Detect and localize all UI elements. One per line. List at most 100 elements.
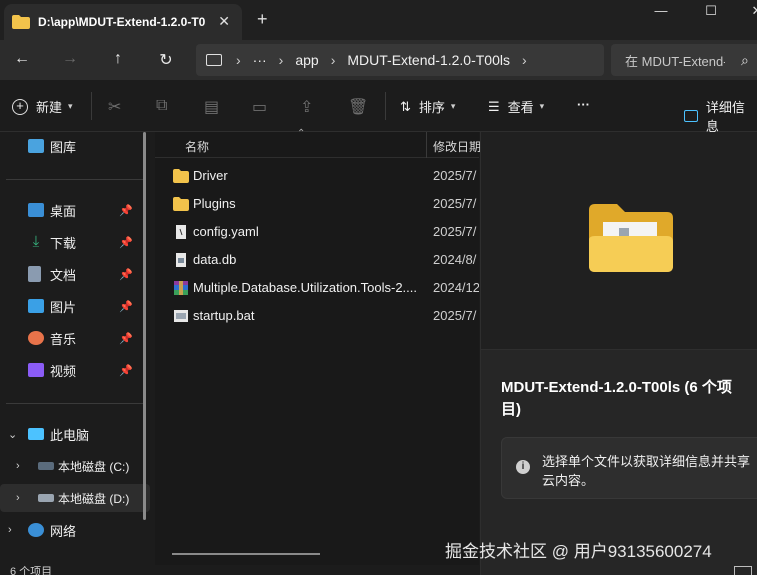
chevron-right-icon: › [278,52,284,68]
pin-icon[interactable]: 📌 [119,364,133,377]
horizontal-scrollbar[interactable] [172,553,320,555]
chevron-right-icon[interactable]: › [8,524,12,536]
archive-file-icon [173,281,189,295]
view-button-label: 查看 [507,100,534,115]
refresh-button[interactable]: ↻ [156,50,176,70]
sidebar-item-label: 音乐 [50,331,77,347]
sidebar-item-gallery[interactable]: 图库 [0,132,150,160]
new-button[interactable]: + 新建 ▾ [12,97,73,116]
sidebar-item-label: 本地磁盘 (D:) [58,491,130,506]
network-icon [28,523,44,537]
up-button[interactable]: ↑ [108,50,128,70]
tab-current-folder[interactable]: D:\app\MDUT-Extend-1.2.0-T0 ✕ [4,4,242,40]
rename-icon[interactable]: ▭ [252,97,267,117]
info-icon: i [516,460,530,474]
chevron-right-icon[interactable]: › [16,460,20,472]
back-button[interactable]: ← [12,50,32,70]
file-row-driver[interactable]: Driver 2025/7/ [167,162,479,190]
sort-icon: ⇅ [400,98,411,114]
column-modified-header[interactable]: 修改日期 [433,138,481,155]
file-name: Multiple.Database.Utilization.Tools-2...… [193,280,417,295]
new-tab-button[interactable]: + [257,9,268,30]
search-input[interactable]: 在 MDUT-Extend- [625,51,725,70]
column-name-header[interactable]: 名称 [185,138,209,155]
details-pane-button[interactable]: 详细信息 [684,97,757,135]
sidebar-item-this-pc[interactable]: ⌄ 此电脑 [0,420,150,448]
chevron-right-icon[interactable]: › [16,492,20,504]
chevron-right-icon[interactable]: › [522,52,527,68]
column-divider[interactable] [426,132,427,158]
file-row-config-yaml[interactable]: config.yaml 2025/7/ [167,218,479,246]
sidebar-item-drive-c[interactable]: › 本地磁盘 (C:) [0,452,150,480]
view-button[interactable]: ☰ 查看 ▾ [488,97,544,116]
folder-icon [173,197,189,211]
sort-button[interactable]: ⇅ 排序 ▾ [400,97,455,116]
file-name: startup.bat [193,308,255,323]
sidebar-item-drive-d[interactable]: › 本地磁盘 (D:) [0,484,150,512]
folder-icon [173,169,189,183]
large-folder-icon [589,204,673,272]
minimize-button[interactable]: — [638,3,684,19]
navigation-bar: ← → ↑ ↻ › ··· › app › MDUT-Extend-1.2.0-… [0,40,757,80]
breadcrumb-app[interactable]: app [295,52,318,68]
details-pane: MDUT-Extend-1.2.0-T00ls (6 个项目) i 选择单个文件… [480,132,757,575]
chevron-down-icon: ▾ [450,101,456,111]
preview-area [481,132,757,350]
forward-button[interactable]: → [60,50,80,70]
file-name: Driver [193,168,228,183]
details-view-toggle-icon[interactable] [734,566,752,575]
view-icon: ☰ [488,98,500,114]
details-info-box: i 选择单个文件以获取详细信息并共享云内容。 [501,437,757,499]
sidebar-item-music[interactable]: 音乐 📌 [0,324,150,352]
share-icon[interactable]: ⇪ [300,97,313,117]
chevron-down-icon[interactable]: ⌄ [8,428,17,441]
paste-icon[interactable]: ▤ [204,97,219,117]
file-date: 2025/7/ [433,224,477,239]
gallery-icon [28,139,44,153]
chevron-down-icon: ▾ [68,101,73,111]
navigation-pane: 图库 桌面 📌 ⤓ 下载 📌 文档 📌 图片 📌 音乐 📌 视频 📌 ⌄ 此电脑… [0,132,152,575]
sidebar-item-label: 本地磁盘 (C:) [58,459,130,474]
pin-icon[interactable]: 📌 [119,236,133,249]
pin-icon[interactable]: 📌 [119,332,133,345]
address-bar[interactable]: › ··· › app › MDUT-Extend-1.2.0-T00ls › [196,44,604,76]
pin-icon[interactable]: 📌 [119,204,133,217]
pictures-icon [28,299,44,313]
sort-button-label: 排序 [418,100,445,115]
file-row-archive[interactable]: Multiple.Database.Utilization.Tools-2...… [167,274,479,302]
chevron-down-icon: ▾ [539,101,545,111]
pin-icon[interactable]: 📌 [119,300,133,313]
sidebar-item-desktop[interactable]: 桌面 📌 [0,196,150,224]
breadcrumb-current-folder[interactable]: MDUT-Extend-1.2.0-T00ls [347,52,510,68]
sidebar-item-documents[interactable]: 文档 📌 [0,260,150,288]
copy-icon[interactable]: ⧉ [156,97,167,115]
file-row-plugins[interactable]: Plugins 2025/7/ [167,190,479,218]
pin-icon[interactable]: 📌 [119,268,133,281]
item-count: 6 个项目 [10,566,53,575]
sidebar-item-network[interactable]: › 网络 [0,516,150,544]
sidebar-item-downloads[interactable]: ⤓ 下载 📌 [0,228,150,256]
tab-close-icon[interactable]: ✕ [218,13,230,30]
music-icon [28,331,44,345]
details-info-text: 选择单个文件以获取详细信息并共享云内容。 [542,454,751,488]
sidebar-item-videos[interactable]: 视频 📌 [0,356,150,384]
sidebar-item-pictures[interactable]: 图片 📌 [0,292,150,320]
cut-icon[interactable]: ✂ [108,97,121,117]
maximize-button[interactable]: ☐ [688,3,734,19]
file-date: 2025/7/ [433,196,477,211]
file-row-startup-bat[interactable]: startup.bat 2025/7/ [167,302,479,330]
folder-icon [12,15,30,29]
sidebar-item-label: 桌面 [50,203,77,219]
file-date: 2024/12 [433,280,479,295]
delete-icon[interactable]: 🗑 [348,97,368,117]
search-box[interactable]: 在 MDUT-Extend- ⌕ [611,44,757,76]
drive-d-icon [38,494,54,502]
more-options-button[interactable]: ··· [577,97,590,112]
details-button-label: 详细信息 [705,100,745,134]
close-button[interactable]: ✕ [734,3,757,19]
sidebar-scrollbar[interactable] [143,132,146,520]
document-icon [28,266,41,282]
breadcrumb-more[interactable]: ··· [253,52,267,68]
sidebar-item-label: 视频 [50,363,77,379]
file-row-data-db[interactable]: data.db 2024/8/ [167,246,479,274]
